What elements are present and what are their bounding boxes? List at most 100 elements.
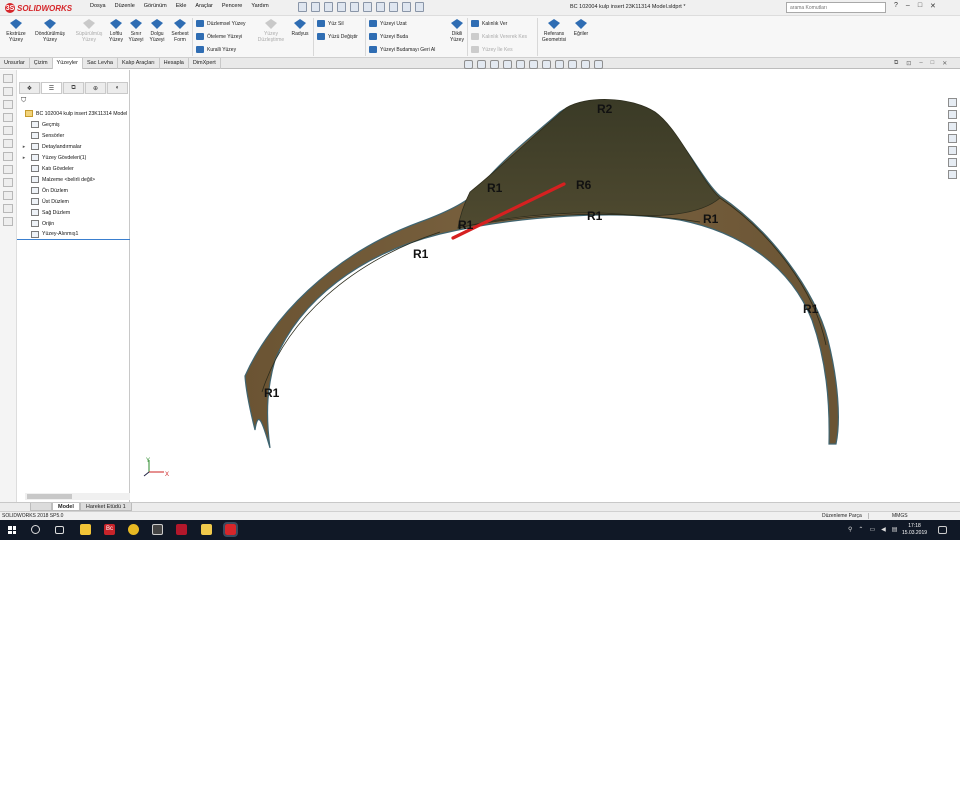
select-arrow-icon[interactable] <box>376 2 385 12</box>
dimxpert-manager-icon[interactable]: ⊕ <box>85 82 106 94</box>
unit-system-selector[interactable]: MMGS <box>892 513 908 519</box>
folder-taskbar-icon[interactable] <box>201 524 212 535</box>
tree-item-part[interactable]: BC 102004 kulp insert 23K11314 Model <box>17 108 130 119</box>
viewport-restore-icon[interactable]: ⧉ <box>894 60 898 67</box>
configuration-manager-icon[interactable]: ⧉ <box>63 82 84 94</box>
options-gear-icon[interactable] <box>415 2 424 12</box>
reference-geometry-button[interactable]: Referans Geometrisi <box>539 19 569 43</box>
view-orientation-icon[interactable] <box>529 60 538 69</box>
task-view-icon[interactable] <box>55 526 64 534</box>
solidworks-resources-icon[interactable] <box>948 98 957 107</box>
tool-icon[interactable] <box>3 126 13 135</box>
expand-arrow-icon[interactable]: ▸ <box>17 144 31 150</box>
edit-appearance-icon[interactable] <box>568 60 577 69</box>
menu-help[interactable]: Yardım <box>251 3 268 9</box>
solidworks-taskbar-icon[interactable] <box>223 522 238 537</box>
filled-surface-button[interactable]: Dolgu Yüzeyi <box>147 19 167 43</box>
menu-view[interactable]: Görünüm <box>144 3 167 9</box>
tool-icon[interactable] <box>3 204 13 213</box>
minimize-button[interactable]: – <box>906 2 910 10</box>
view-settings-icon[interactable] <box>594 60 603 69</box>
open-folder-icon[interactable] <box>324 2 333 12</box>
tool-icon[interactable] <box>3 152 13 161</box>
volume-icon[interactable]: ◀ <box>881 526 886 533</box>
feature-tree-icon[interactable]: ❖ <box>19 82 40 94</box>
tab-sheet-metal[interactable]: Sac Levha <box>83 58 118 69</box>
model-view[interactable]: R2 R6 R1 R1 R1 R1 R1 R1 R1 Y X <box>131 70 960 502</box>
boundary-surface-button[interactable]: Sınır Yüzeyi <box>127 19 145 43</box>
tool-icon[interactable] <box>3 165 13 174</box>
viewport-close-icon[interactable]: ✕ <box>942 60 947 67</box>
expand-arrow-icon[interactable]: ▸ <box>17 155 31 161</box>
tree-item-solid-bodies[interactable]: Katı Gövdeler <box>17 163 130 174</box>
chevron-up-icon[interactable]: ⌃ <box>858 526 863 533</box>
tool-icon[interactable] <box>3 178 13 187</box>
viewport-minimize-icon[interactable]: – <box>919 60 922 67</box>
menu-edit[interactable]: Düzenle <box>115 3 135 9</box>
section-view-icon[interactable] <box>503 60 512 69</box>
tool-icon[interactable] <box>3 74 13 83</box>
tab-mold-tools[interactable]: Kalıp Araçları <box>118 58 160 69</box>
tree-item-annotations[interactable]: ▸ Detaylandırmalar <box>17 141 130 152</box>
tool-icon[interactable] <box>3 113 13 122</box>
dynamic-annotation-icon[interactable] <box>516 60 525 69</box>
search-input[interactable] <box>790 4 870 11</box>
scrollbar-thumb[interactable] <box>27 494 72 499</box>
print-icon[interactable] <box>350 2 359 12</box>
bc-app-icon[interactable]: Bc <box>104 524 115 535</box>
save-icon[interactable] <box>337 2 346 12</box>
delete-face-button[interactable]: Yüz Sil <box>317 20 344 27</box>
extend-surface-button[interactable]: Yüzeyi Uzat <box>369 20 407 27</box>
tree-item-surface-imported[interactable]: Yüzey-Alınmış1 <box>17 229 130 240</box>
file-explorer-taskbar-icon[interactable] <box>80 524 91 535</box>
untrim-surface-button[interactable]: Yüzeyi Budamayı Geri Al <box>369 46 435 53</box>
notifications-icon[interactable] <box>938 526 947 534</box>
lofted-surface-button[interactable]: Loftlu Yüzey <box>107 19 125 43</box>
surface-flatten-button[interactable]: Yüzey Düzleştirme <box>256 19 286 43</box>
undo-icon[interactable] <box>363 2 372 12</box>
thicken-button[interactable]: Kalınlık Ver <box>471 20 507 27</box>
tab-nav-arrows[interactable] <box>30 503 52 511</box>
person-icon[interactable]: ⚲ <box>848 526 852 533</box>
ruled-surface-button[interactable]: Kuralli Yüzey <box>196 46 236 53</box>
tree-item-history[interactable]: Geçmiş <box>17 119 130 130</box>
zoom-to-fit-icon[interactable] <box>464 60 473 69</box>
tree-item-origin[interactable]: Orijin <box>17 218 130 229</box>
pdf-reader-icon[interactable] <box>176 524 187 535</box>
hide-show-items-icon[interactable] <box>555 60 564 69</box>
previous-view-icon[interactable] <box>490 60 499 69</box>
graphics-viewport[interactable]: R2 R6 R1 R1 R1 R1 R1 R1 R1 Y X <box>131 70 960 502</box>
ruled-surface-big-button[interactable]: Dikili Yüzey <box>448 19 466 43</box>
zoom-to-area-icon[interactable] <box>477 60 486 69</box>
design-library-icon[interactable] <box>948 110 957 119</box>
menu-window[interactable]: Pencere <box>222 3 243 9</box>
curves-button[interactable]: Eğriler <box>571 19 591 37</box>
new-document-icon[interactable] <box>311 2 320 12</box>
planar-surface-button[interactable]: Düzlemsel Yüzey <box>196 20 246 27</box>
keyboard-icon[interactable]: ▤ <box>892 526 898 533</box>
windows-start-icon[interactable] <box>8 526 16 534</box>
replace-face-button[interactable]: Yüzü Değiştir <box>317 33 358 40</box>
cut-with-surface-button[interactable]: Yüzey İle Kes <box>471 46 513 53</box>
file-explorer-icon[interactable] <box>948 122 957 131</box>
tool-icon[interactable] <box>3 217 13 226</box>
tree-item-front-plane[interactable]: Ön Düzlem <box>17 185 130 196</box>
tab-model[interactable]: Model <box>52 503 80 511</box>
tab-evaluate[interactable]: Hesapla <box>160 58 189 69</box>
custom-properties-icon[interactable] <box>948 158 957 167</box>
clock[interactable]: 17:18 15.03.2019 <box>902 523 927 537</box>
menu-tools[interactable]: Araçlar <box>195 3 212 9</box>
tab-dimxpert[interactable]: DimXpert <box>189 58 221 69</box>
tree-item-material[interactable]: Malzeme <belirli değil> <box>17 174 130 185</box>
maximize-button[interactable]: □ <box>918 2 922 10</box>
solidworks-logo[interactable]: 3S SOLIDWORKS <box>5 1 72 15</box>
tree-item-sensors[interactable]: Sensörler <box>17 130 130 141</box>
search-icon[interactable] <box>31 525 40 534</box>
tab-surfaces[interactable]: Yüzeyler <box>52 58 83 69</box>
extruded-surface-button[interactable]: Ekstrüze Yüzey <box>4 19 28 43</box>
calculator-icon[interactable] <box>152 524 163 535</box>
tool-icon[interactable] <box>3 100 13 109</box>
command-search[interactable] <box>786 2 886 13</box>
tool-icon[interactable] <box>3 139 13 148</box>
home-icon[interactable] <box>298 2 307 12</box>
